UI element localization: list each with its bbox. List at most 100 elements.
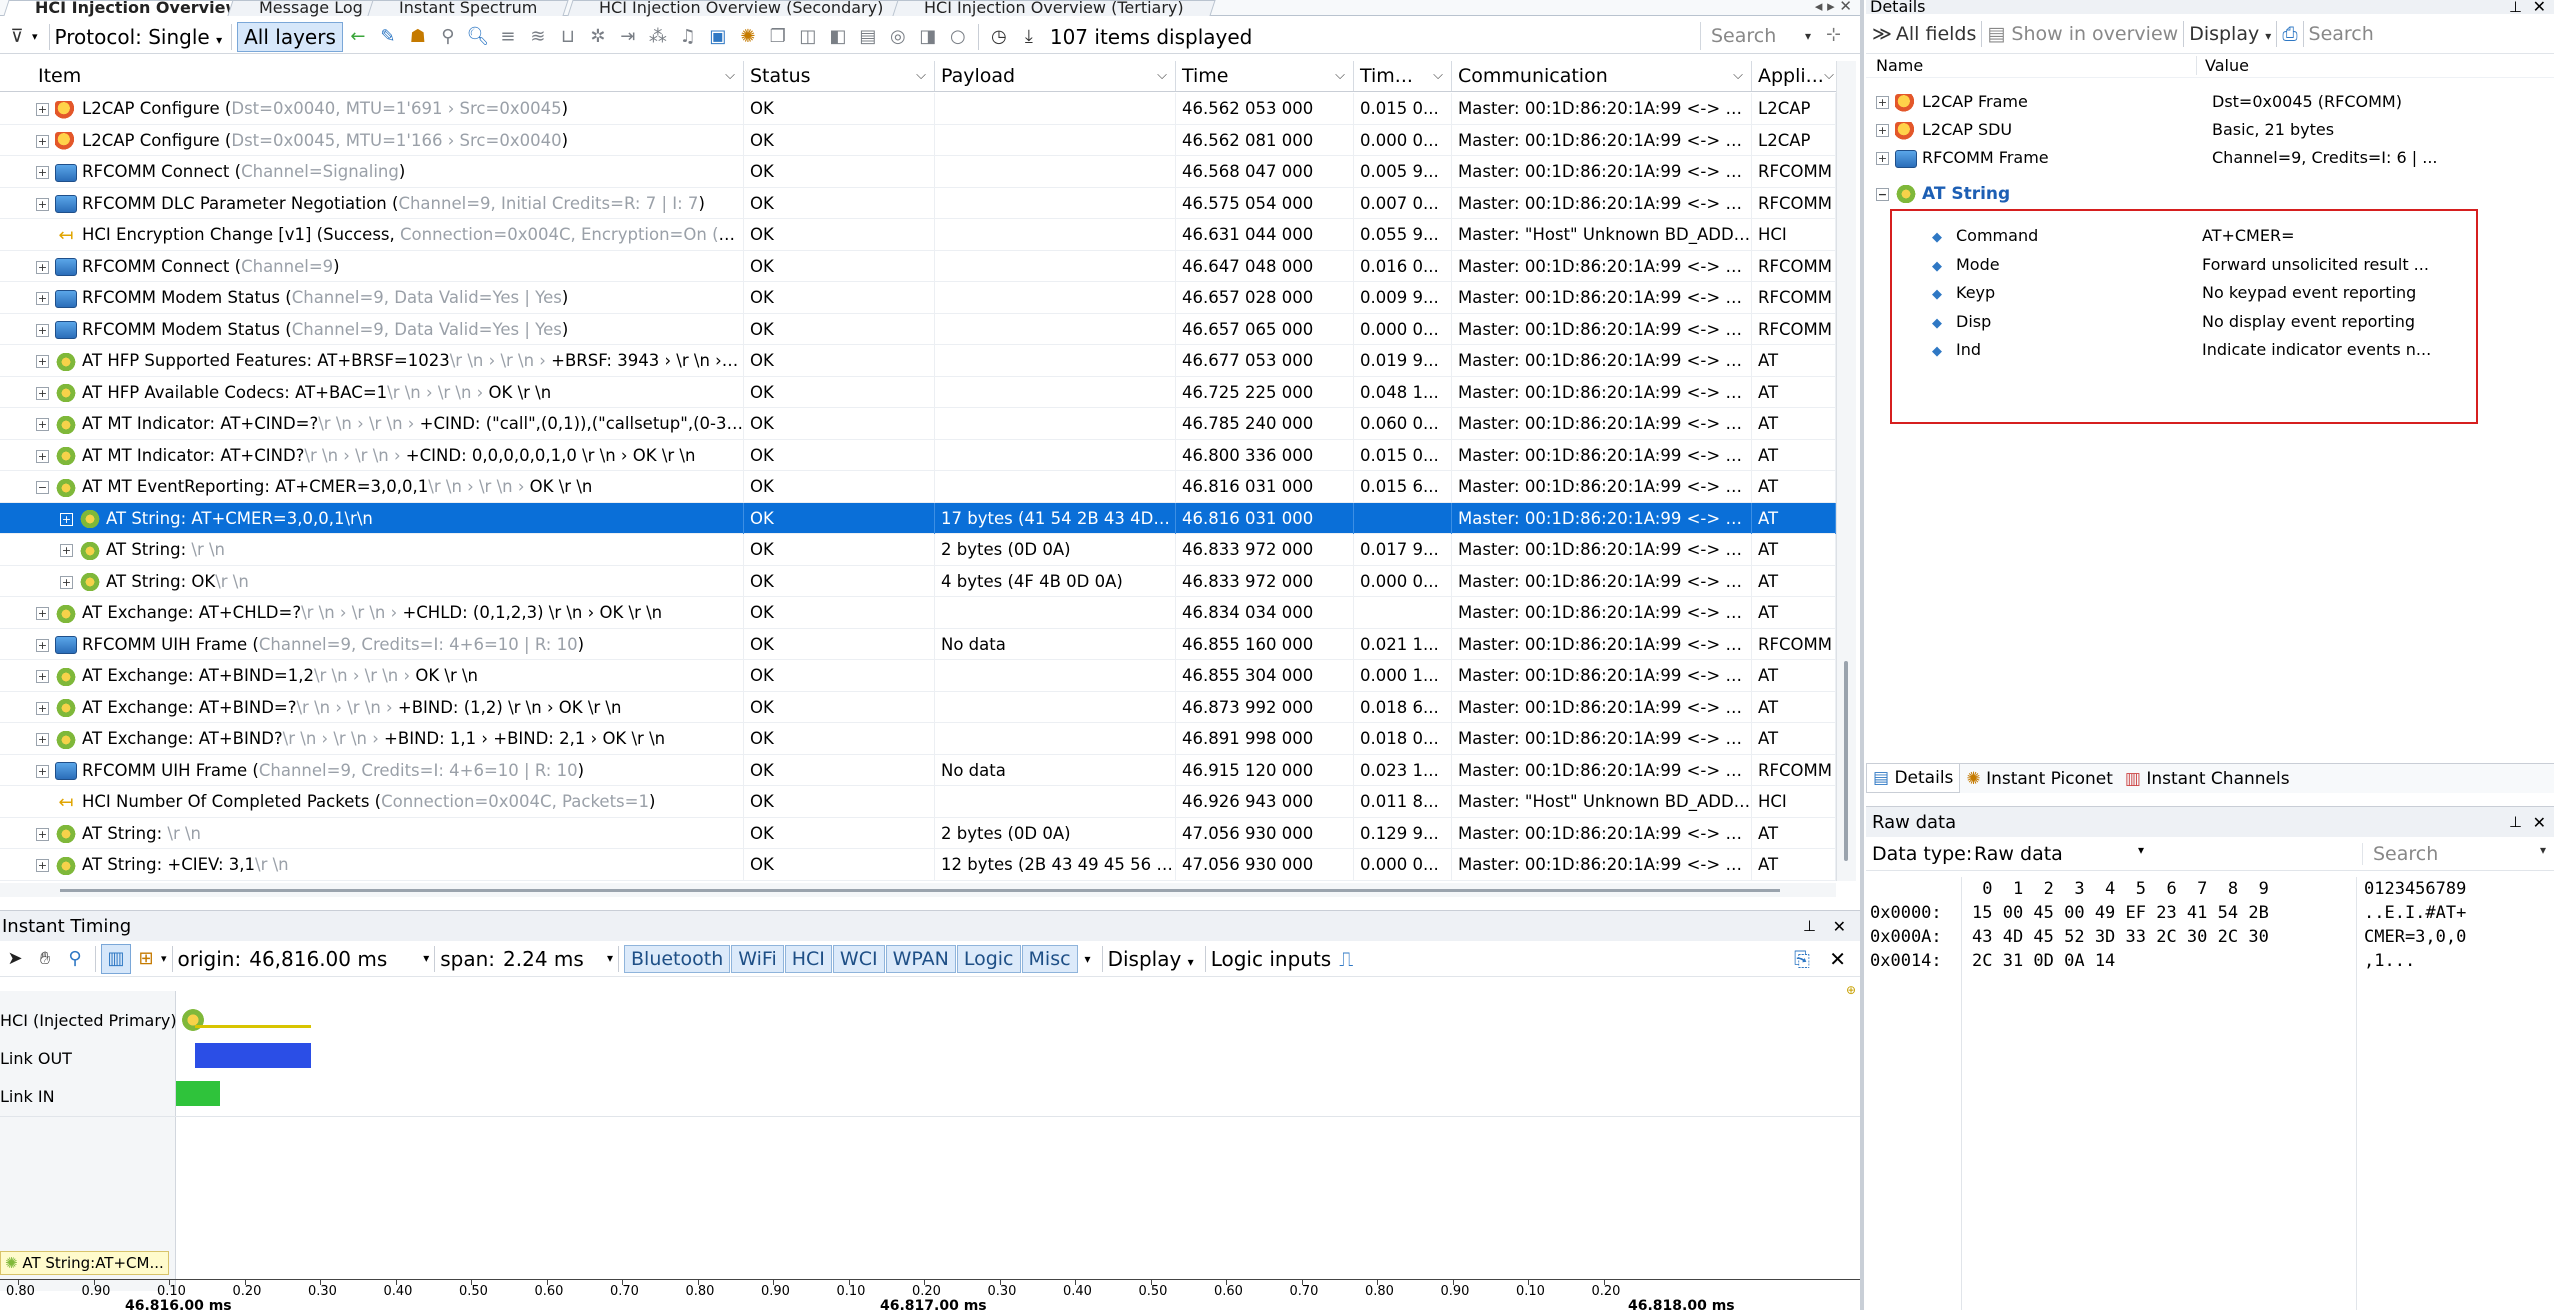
- tab-hci-overview-tertiary[interactable]: HCI Injection Overview (Tertiary): [892, 0, 1216, 17]
- asterisk-icon[interactable]: ✲: [583, 22, 613, 52]
- column-status[interactable]: Status ⌵: [744, 61, 935, 91]
- all-fields-toggle[interactable]: ≫ All fields: [1872, 23, 1976, 45]
- marker-dropdown-icon[interactable]: ▾: [161, 952, 167, 965]
- link-in-bar[interactable]: [176, 1081, 220, 1106]
- expand-icon[interactable]: +: [36, 701, 49, 715]
- table-row[interactable]: + AT MT Indicator: AT+CIND=?\r \n › \r \n…: [0, 408, 1836, 440]
- timing-canvas[interactable]: HCI (Injected Primary) Link OUT Link IN …: [0, 983, 1860, 1291]
- vertical-splitter[interactable]: [1860, 0, 1864, 1310]
- table-row[interactable]: + L2CAP Configure (Dst=0x0040, MTU=1'691 …: [0, 93, 1836, 125]
- tab-instant-piconet[interactable]: ✺ Instant Piconet: [1960, 769, 2118, 789]
- find-icon[interactable]: 🔍︎: [463, 22, 493, 52]
- pin-icon[interactable]: ⚲: [433, 22, 463, 52]
- column-communication[interactable]: Communication ⌵: [1452, 61, 1752, 91]
- expand-icon[interactable]: +: [36, 292, 49, 305]
- details-search-input[interactable]: Search: [2309, 23, 2469, 45]
- expand-icon[interactable]: +: [60, 544, 73, 557]
- table-row[interactable]: + AT String: \r \n OK 2 bytes (0D 0A) 47.056…: [0, 817, 1836, 849]
- logic-wave-icon[interactable]: ⎍: [1339, 947, 1353, 971]
- hex-hex[interactable]: 2C 31 0D 0A 14: [1972, 951, 2115, 971]
- filter-icon[interactable]: ⊽: [2, 22, 32, 52]
- download-icon[interactable]: ⤓: [1014, 22, 1044, 52]
- layer-3-icon[interactable]: ▤: [853, 22, 883, 52]
- tab-instant-spectrum[interactable]: Instant Spectrum: [367, 0, 569, 17]
- data-type-select[interactable]: Raw data ▾: [1974, 843, 2144, 865]
- detail-field-row[interactable]: + L2CAP Frame Dst=0x0045 (RFCOMM): [1876, 88, 2546, 116]
- table-row[interactable]: + L2CAP Configure (Dst=0x0045, MTU=1'166 …: [0, 124, 1836, 156]
- export-icon[interactable]: ⎙: [2282, 23, 2297, 45]
- stack-icon[interactable]: ≡: [493, 22, 523, 52]
- table-row[interactable]: + AT MT Indicator: AT+CIND?\r \n › \r \n …: [0, 439, 1836, 471]
- table-row[interactable]: + AT Exchange: AT+BIND=?\r \n › \r \n › +…: [0, 691, 1836, 723]
- hex-ascii[interactable]: CMER=3,0,0: [2364, 927, 2466, 947]
- copy-image-icon[interactable]: ⎘: [1794, 947, 1810, 971]
- table-hscrollbar[interactable]: [0, 883, 1836, 897]
- origin-input[interactable]: 46,816.00 ms ▾: [249, 947, 429, 971]
- close-timing-icon[interactable]: ✕: [1829, 947, 1846, 971]
- table-row[interactable]: + AT String: +CIEV: 3,1\r \n OK 12 bytes (2…: [0, 849, 1836, 881]
- table-row[interactable]: + RFCOMM DLC Parameter Negotiation (Chann…: [0, 187, 1836, 219]
- expand-icon[interactable]: +: [1876, 124, 1889, 137]
- expand-icon[interactable]: +: [36, 607, 49, 620]
- toggle-bluetooth[interactable]: Bluetooth: [624, 944, 731, 973]
- expand-icon[interactable]: +: [36, 355, 49, 368]
- detail-field-row[interactable]: + L2CAP SDU Basic, 21 bytes: [1876, 116, 2546, 144]
- details-col-name[interactable]: Name: [1866, 56, 2196, 75]
- link-out-bar[interactable]: [195, 1043, 311, 1068]
- back-arrow-icon[interactable]: ←: [343, 22, 373, 52]
- music-icon[interactable]: ♫: [673, 22, 703, 52]
- hex-hex[interactable]: 15 00 45 00 49 EF 23 41 54 2B: [1972, 903, 2269, 923]
- pin-icon[interactable]: ⊥: [2509, 813, 2522, 831]
- globe-icon[interactable]: ◎: [883, 22, 913, 52]
- toggle-wpan[interactable]: WPAN: [885, 944, 956, 973]
- bracket-icon[interactable]: ⊔: [553, 22, 583, 52]
- hex-hex[interactable]: 43 4D 45 52 3D 33 2C 30 2C 30: [1972, 927, 2269, 947]
- hand-icon[interactable]: ✋︎: [30, 944, 60, 974]
- protocol-select[interactable]: Protocol: Single ▾: [55, 25, 223, 49]
- expand-icon[interactable]: +: [60, 575, 73, 589]
- expand-icon[interactable]: +: [36, 134, 49, 148]
- expand-icon[interactable]: +: [36, 638, 49, 652]
- table-row[interactable]: + AT Exchange: AT+BIND?\r \n › \r \n › +B…: [0, 723, 1836, 755]
- tab-scroll-icons[interactable]: ◂ ▸ ✕: [1815, 0, 1852, 15]
- filter-dropdown-icon[interactable]: ▾: [32, 30, 38, 43]
- tab-details[interactable]: ▤ Details: [1866, 764, 1961, 793]
- tab-instant-channels[interactable]: ▥ Instant Channels: [2119, 769, 2296, 789]
- show-in-overview-button[interactable]: ▤ Show in overview: [1987, 23, 2178, 45]
- toggle-wci[interactable]: WCI: [832, 944, 885, 973]
- column-time-delta[interactable]: Tim... ⌵: [1354, 61, 1452, 91]
- collapse-icon[interactable]: −: [36, 481, 49, 494]
- table-row[interactable]: + RFCOMM UIH Frame (Channel=9, Credits=I:…: [0, 754, 1836, 786]
- marker-icon[interactable]: ⊞: [131, 944, 161, 974]
- table-row[interactable]: ↤ HCI Number Of Completed Packets (Connec…: [0, 786, 1836, 818]
- pencil-icon[interactable]: ✎: [373, 22, 403, 52]
- layer-4-icon[interactable]: ◨: [913, 22, 943, 52]
- rawdata-search-input[interactable]: Search ▾: [2362, 842, 2546, 865]
- tab-hci-overview-secondary[interactable]: HCI Injection Overview (Secondary): [567, 0, 915, 17]
- table-row[interactable]: + AT Exchange: AT+BIND=1,2\r \n › \r \n ›…: [0, 660, 1836, 692]
- group-icon[interactable]: ⁂: [643, 22, 673, 52]
- table-row[interactable]: − AT MT EventReporting: AT+CMER=3,0,0,1\r…: [0, 471, 1836, 503]
- expand-icon[interactable]: +: [36, 386, 49, 400]
- span-input[interactable]: 2.24 ms ▾: [503, 947, 613, 971]
- toggle-misc[interactable]: Misc: [1021, 944, 1078, 973]
- table-row[interactable]: + AT String: AT+CMER=3,0,0,1\r\n OK 17 byte…: [0, 502, 1836, 534]
- close-icon[interactable]: ✕: [1833, 917, 1846, 936]
- table-row[interactable]: + AT Exchange: AT+CHLD=?\r \n › \r \n › +…: [0, 597, 1836, 629]
- layer-2-icon[interactable]: ◧: [823, 22, 853, 52]
- collapse-icon[interactable]: −: [1876, 187, 1889, 201]
- pass-icon[interactable]: ⇥: [613, 22, 643, 52]
- toggles-dropdown-icon[interactable]: ▾: [1085, 952, 1091, 966]
- expand-icon[interactable]: +: [1876, 152, 1889, 165]
- details-col-value[interactable]: Value: [2196, 56, 2249, 75]
- expand-icon[interactable]: +: [60, 512, 73, 526]
- toggle-logic[interactable]: Logic: [956, 944, 1021, 973]
- expand-icon[interactable]: +: [36, 859, 49, 872]
- device-icon[interactable]: ▣: [703, 22, 733, 52]
- hex-ascii[interactable]: ,1...: [2364, 951, 2415, 971]
- tooltip-event[interactable]: ✺ AT String:AT+CM...: [0, 1251, 169, 1275]
- expand-icon[interactable]: +: [36, 323, 49, 337]
- layer-1-icon[interactable]: ◫: [793, 22, 823, 52]
- table-row[interactable]: ↤ HCI Encryption Change [v1] (Success, Co…: [0, 219, 1836, 251]
- pointer-icon[interactable]: ➤: [0, 944, 30, 974]
